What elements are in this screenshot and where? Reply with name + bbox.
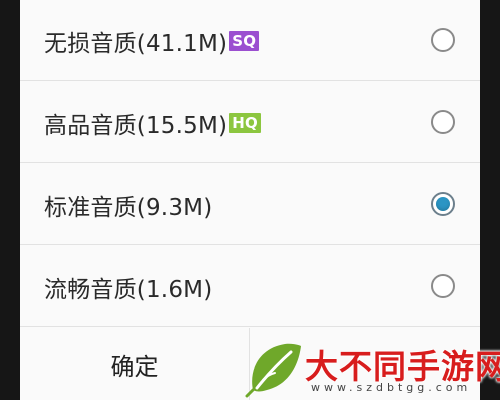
backdrop-left xyxy=(0,0,20,400)
option-text: 无损音质(41.1M) xyxy=(44,30,228,57)
option-text: 标准音质(9.3M) xyxy=(44,194,213,221)
option-label: 标准音质(9.3M) xyxy=(44,164,212,245)
option-label: 流畅音质(1.6M) xyxy=(44,246,212,327)
dialog-footer: 确定 xyxy=(20,328,480,400)
option-smooth[interactable]: 流畅音质(1.6M) xyxy=(20,246,480,327)
radio-high[interactable] xyxy=(431,110,455,134)
quality-dialog: 无损音质(41.1M) SQ 高品音质(15.5M) HQ 标准音质(9.3M)… xyxy=(20,0,480,400)
radio-selected-dot xyxy=(436,197,450,211)
option-high[interactable]: 高品音质(15.5M) HQ xyxy=(20,82,480,163)
cancel-button[interactable] xyxy=(250,328,480,400)
radio-lossless[interactable] xyxy=(431,28,455,52)
option-lossless[interactable]: 无损音质(41.1M) SQ xyxy=(20,0,480,81)
sq-badge: SQ xyxy=(229,30,260,51)
radio-smooth[interactable] xyxy=(431,274,455,298)
option-text: 流畅音质(1.6M) xyxy=(44,276,213,303)
confirm-button[interactable]: 确定 xyxy=(20,328,250,400)
option-standard[interactable]: 标准音质(9.3M) xyxy=(20,164,480,245)
option-label: 高品音质(15.5M) HQ xyxy=(44,82,261,163)
radio-standard[interactable] xyxy=(431,192,455,216)
backdrop-right xyxy=(480,0,500,400)
option-text: 高品音质(15.5M) xyxy=(44,112,228,139)
option-label: 无损音质(41.1M) SQ xyxy=(44,0,260,81)
hq-badge: HQ xyxy=(229,112,261,133)
